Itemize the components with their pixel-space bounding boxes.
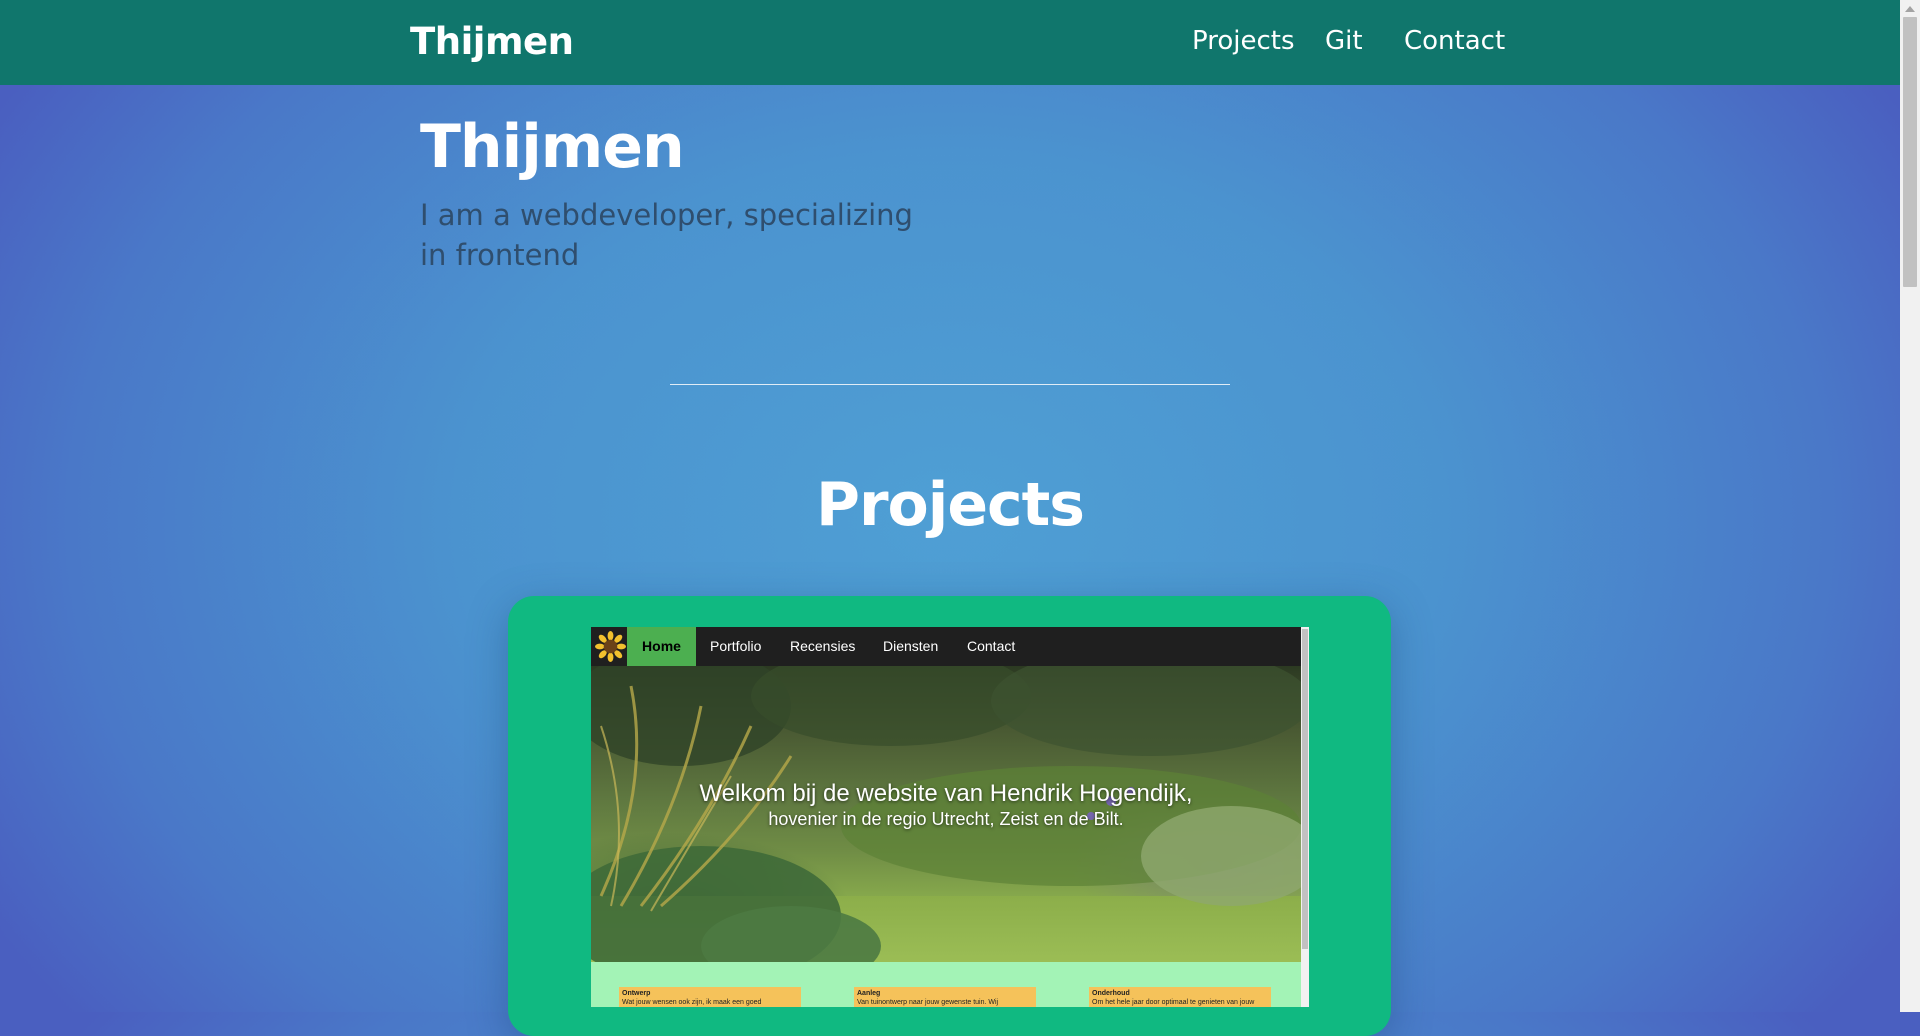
preview-card-aanleg: Aanleg Van tuinontwerp naar jouw gewenst… bbox=[854, 987, 1036, 1007]
scrollbar-thumb[interactable] bbox=[1903, 17, 1917, 287]
preview-card-ontwerp: Ontwerp Wat jouw wensen ook zijn, ik maa… bbox=[619, 987, 801, 1007]
preview-headline: Welkom bij de website van Hendrik Hogend… bbox=[699, 780, 1193, 807]
project-preview-screenshot[interactable]: Home Portfolio Recensies Diensten Contac… bbox=[591, 627, 1309, 1007]
brand-logo-link[interactable]: Thijmen bbox=[410, 20, 574, 63]
preview-scrollbar-thumb bbox=[1302, 629, 1308, 949]
preview-card-title: Aanleg bbox=[857, 990, 881, 997]
preview-hero-garden-image: Welkom bij de website van Hendrik Hogend… bbox=[591, 666, 1301, 962]
preview-nav-diensten: Diensten bbox=[883, 638, 939, 654]
preview-subheadline: hovenier in de regio Utrecht, Zeist en d… bbox=[768, 809, 1124, 829]
preview-nav-home: Home bbox=[627, 627, 696, 666]
preview-card-onderhoud: Onderhoud Om het hele jaar door optimaal… bbox=[1089, 987, 1271, 1007]
preview-card-text: Om het hele jaar door optimaal te geniet… bbox=[1092, 999, 1255, 1006]
section-divider bbox=[670, 384, 1230, 385]
projects-heading: Projects bbox=[815, 470, 1085, 540]
nav-link-git[interactable]: Git bbox=[1325, 26, 1363, 56]
preview-card-title: Ontwerp bbox=[622, 990, 651, 997]
preview-card-title: Onderhoud bbox=[1092, 990, 1130, 997]
hero-title: Thijmen bbox=[420, 112, 685, 182]
top-navbar: Thijmen Projects Git Contact bbox=[0, 0, 1900, 85]
page-scrollbar[interactable] bbox=[1900, 0, 1920, 1012]
preview-scrollbar bbox=[1301, 627, 1309, 1007]
preview-navbar: Home Portfolio Recensies Diensten Contac… bbox=[591, 627, 1301, 666]
hero-subtitle: I am a webdeveloper, specializing in fro… bbox=[420, 198, 913, 272]
scroll-up-arrow-icon[interactable] bbox=[1905, 6, 1915, 12]
preview-nav-recensies: Recensies bbox=[790, 638, 856, 654]
preview-card-text: Wat jouw wensen ook zijn, ik maak een go… bbox=[622, 999, 762, 1006]
nav-link-projects[interactable]: Projects bbox=[1192, 26, 1295, 56]
nav-link-contact[interactable]: Contact bbox=[1404, 26, 1505, 56]
preview-card-text: Van tuinontwerp naar jouw gewenste tuin.… bbox=[857, 999, 999, 1006]
preview-nav-contact: Contact bbox=[967, 638, 1016, 654]
preview-nav-portfolio: Portfolio bbox=[710, 638, 762, 654]
sunflower-icon bbox=[595, 631, 626, 662]
